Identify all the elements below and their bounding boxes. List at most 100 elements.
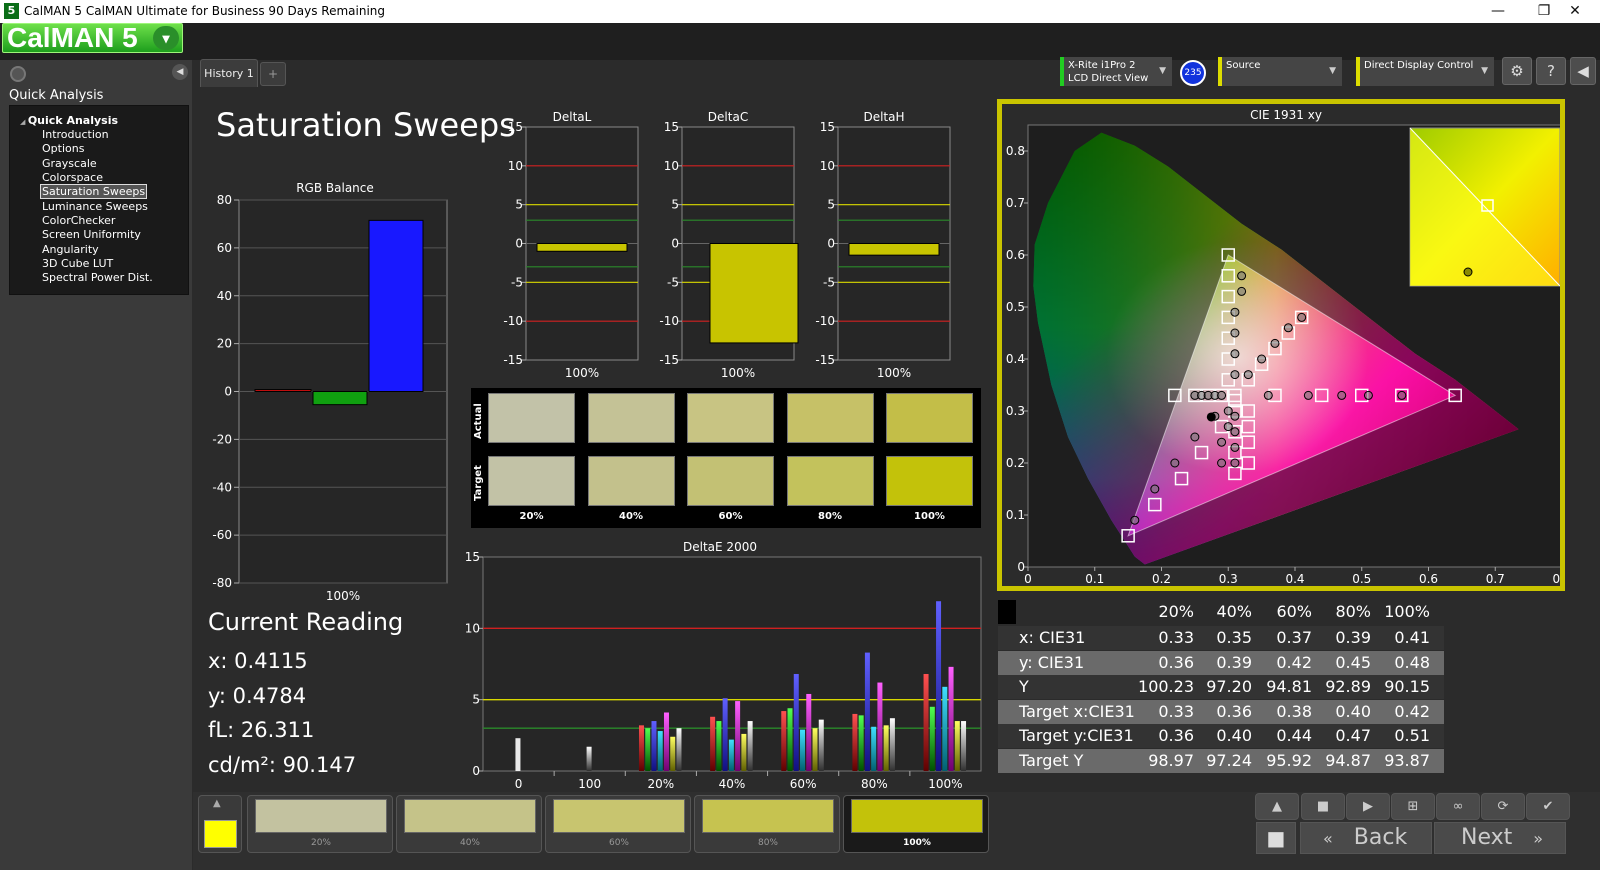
source-status-bar: [1218, 57, 1222, 86]
tree-item-saturation-sweeps[interactable]: Saturation Sweeps: [40, 184, 148, 199]
next-button[interactable]: Next »: [1434, 822, 1566, 854]
target-swatch: [488, 456, 575, 506]
cie-y-tick-label: 0.3: [1006, 404, 1025, 418]
actual-swatch: [886, 393, 973, 443]
cie-measured-point: [1230, 349, 1240, 359]
cie-title: CIE 1931 xy: [1250, 108, 1322, 122]
bottom-swatch-button[interactable]: 40%: [396, 795, 542, 853]
back-button[interactable]: « Back: [1300, 822, 1432, 854]
rgb-y-tick-label: -40: [212, 480, 232, 494]
table-cell: 100.23: [1138, 677, 1194, 696]
cie-x-tick-label: 0.2: [1152, 572, 1171, 586]
cie-measured-point: [1230, 307, 1240, 317]
table-cell: 94.87: [1325, 750, 1371, 770]
cie-measured-point: [1217, 437, 1227, 447]
cie-measured-point: [1217, 390, 1227, 400]
meter-selector[interactable]: X-Rite i1Pro 2 LCD Direct View ▼: [1060, 57, 1172, 86]
calman-logo-menu[interactable]: CalMAN 5 ▾: [2, 23, 183, 53]
deltae-bar-cyan: [942, 686, 948, 771]
bottom-swatch-button[interactable]: 20%: [247, 795, 393, 853]
tree-item-colorspace[interactable]: Colorspace: [41, 171, 104, 184]
help-icon[interactable]: ?: [1536, 57, 1566, 85]
bottom-swatch-label: 20%: [310, 838, 331, 848]
logo-text: CalMAN 5: [7, 22, 138, 53]
cie-y-tick-label: 0.2: [1006, 456, 1025, 470]
refresh-icon[interactable]: ⟳: [1481, 793, 1525, 820]
table-row-label: Y: [1019, 677, 1029, 696]
tree-root[interactable]: Quick Analysis: [20, 114, 118, 127]
tree-item-introduction[interactable]: Introduction: [41, 128, 110, 141]
tree-item-screen-uniformity[interactable]: Screen Uniformity: [41, 228, 142, 241]
current-color-panel[interactable]: ▲: [198, 795, 242, 853]
delta-charts: DeltaL 15 10 5 0 -5 -10 -15 100% DeltaC 15 10 5 0 -5 -1…: [503, 110, 951, 380]
source-selector[interactable]: Source ▼: [1218, 57, 1342, 86]
delta-bar: [848, 243, 940, 256]
delta-y-tick-label: 15: [664, 120, 679, 134]
measure-icon[interactable]: ⊞: [1391, 793, 1435, 820]
deltae-x-label: 60%: [790, 777, 817, 791]
tree-item-luminance-sweeps[interactable]: Luminance Sweeps: [41, 200, 149, 213]
delta-y-tick-label: 10: [508, 159, 523, 173]
cie-measured-point: [1170, 458, 1180, 468]
deltae-y-tick-label: 5: [472, 693, 480, 707]
chevron-down-icon: ▼: [1481, 66, 1488, 76]
chevron-up-icon[interactable]: ▲: [213, 798, 221, 809]
table-cell: 0.36: [1158, 652, 1194, 672]
tree-item-colorchecker[interactable]: ColorChecker: [41, 214, 116, 227]
stop-icon[interactable]: ■: [1301, 793, 1345, 820]
tree-item-options[interactable]: Options: [41, 142, 85, 155]
cie-measured-point: [1223, 406, 1233, 416]
bottom-swatch-button[interactable]: 80%: [694, 795, 840, 853]
tree-item-3d-cube-lut[interactable]: 3D Cube LUT: [41, 257, 114, 270]
delta-y-tick-label: -5: [511, 275, 523, 289]
tab-history-1[interactable]: History 1: [200, 59, 258, 87]
play-icon[interactable]: ▶: [1346, 793, 1390, 820]
chevron-down-icon: ▼: [1159, 66, 1166, 76]
deltae-bar-cyan: [871, 726, 877, 771]
table-row: x: CIE31 0.33 0.35 0.37 0.39 0.41: [998, 626, 1444, 650]
chevron-up-icon[interactable]: ▲: [1255, 793, 1299, 820]
deltae-bar-magenta: [806, 693, 812, 771]
deltae-bar-white: [889, 718, 895, 771]
bottom-swatch-label: 80%: [757, 838, 778, 848]
delta-y-tick-label: -10: [659, 314, 679, 328]
close-icon[interactable]: ✕: [1553, 1, 1597, 22]
check-icon[interactable]: ✔: [1526, 793, 1570, 820]
cie-measured-point: [1337, 390, 1347, 400]
stop-measure-icon[interactable]: ■: [1256, 822, 1296, 854]
loop-icon[interactable]: ∞: [1436, 793, 1480, 820]
chevron-down-icon[interactable]: ▾: [153, 26, 179, 50]
deltae-bar-white: [818, 719, 824, 771]
collapse-panel-icon[interactable]: ◀: [172, 64, 188, 80]
gear-icon[interactable]: ⚙: [1502, 57, 1532, 85]
chevron-down-icon: ▼: [1329, 66, 1336, 76]
collapse-right-icon[interactable]: ◀: [1570, 57, 1596, 85]
current-reading-title: Current Reading: [208, 608, 404, 636]
tree-item-angularity[interactable]: Angularity: [41, 243, 100, 256]
cie-measured-point: [1297, 312, 1307, 322]
title-bar: 5 CalMAN 5 CalMAN Ultimate for Business …: [0, 0, 1600, 23]
bottom-swatch-button[interactable]: 100%: [843, 795, 989, 853]
minimize-icon[interactable]: —: [1475, 1, 1521, 22]
cie-y-tick-label: 0.1: [1006, 508, 1025, 522]
cie-measured-point: [1230, 370, 1240, 380]
tree-item-grayscale[interactable]: Grayscale: [41, 157, 98, 170]
rgb-balance-title: RGB Balance: [296, 181, 374, 195]
pin-icon[interactable]: [10, 66, 26, 82]
bottom-swatch-color: [404, 799, 536, 833]
deltae-x-label: 40%: [719, 777, 746, 791]
table-row-label: x: CIE31: [1019, 628, 1086, 647]
deltae-bar-cyan: [657, 731, 663, 771]
table-cell: 0.40: [1335, 701, 1371, 721]
bottom-swatch-button[interactable]: 60%: [545, 795, 691, 853]
cie-measured-point: [1397, 390, 1407, 400]
table-row: y: CIE31 0.36 0.39 0.42 0.45 0.48: [998, 650, 1444, 675]
rgb-y-tick-label: 40: [217, 289, 232, 303]
target-swatch: [587, 456, 675, 506]
display-selector[interactable]: Direct Display Control ▼: [1356, 57, 1494, 86]
deltae-bar-green: [858, 715, 864, 771]
cie-x-tick-label: 0.3: [1219, 572, 1238, 586]
meter-badge[interactable]: 235: [1180, 60, 1206, 86]
tree-item-spectral-power[interactable]: Spectral Power Dist.: [41, 271, 154, 284]
add-tab-button[interactable]: +: [260, 62, 286, 86]
